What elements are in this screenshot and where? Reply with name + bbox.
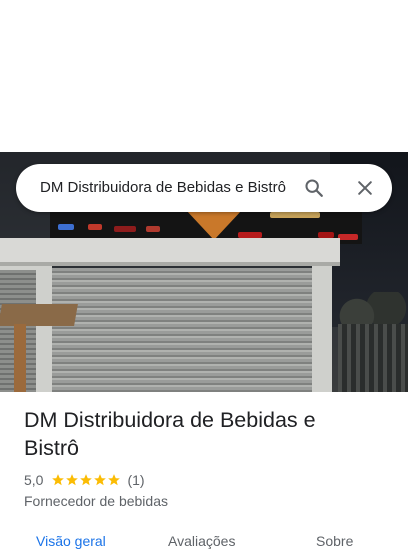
sign-logo bbox=[270, 212, 320, 218]
search-input[interactable]: DM Distribuidora de Bebidas e Bistrô bbox=[40, 164, 288, 212]
sign-logo bbox=[146, 226, 160, 232]
place-title: DM Distribuidora de Bebidas e Bistrô bbox=[24, 408, 316, 460]
fence bbox=[338, 324, 408, 392]
blank-header-area bbox=[0, 0, 408, 152]
star-icon bbox=[108, 474, 121, 486]
star-icon bbox=[66, 474, 79, 486]
awning bbox=[0, 304, 78, 326]
rolling-shutter bbox=[52, 268, 312, 392]
sign-logo bbox=[88, 224, 102, 230]
star-icon bbox=[94, 474, 107, 486]
sign-logo bbox=[58, 224, 74, 230]
tab-bar: Visão geral Avaliações Sobre bbox=[0, 528, 408, 549]
star-icon bbox=[80, 474, 93, 486]
tab-reviews[interactable]: Avaliações bbox=[168, 532, 235, 550]
sign-logo bbox=[338, 234, 358, 240]
rating-value: 5,0 bbox=[24, 472, 44, 488]
wall bbox=[312, 266, 332, 392]
rating-stars bbox=[51, 473, 121, 487]
tab-about[interactable]: Sobre bbox=[316, 532, 353, 550]
rating-row[interactable]: 5,0 (1) bbox=[24, 470, 145, 490]
awning-post bbox=[14, 324, 26, 392]
place-category[interactable]: Fornecedor de bebidas bbox=[24, 492, 168, 510]
sign-logo bbox=[114, 226, 136, 232]
search-bar[interactable]: DM Distribuidora de Bebidas e Bistrô bbox=[16, 164, 392, 212]
storefront-roof bbox=[0, 238, 340, 264]
star-icon bbox=[52, 474, 65, 486]
close-icon[interactable] bbox=[349, 172, 381, 204]
review-count[interactable]: (1) bbox=[127, 472, 144, 488]
tab-overview[interactable]: Visão geral bbox=[36, 532, 106, 550]
search-icon[interactable] bbox=[298, 172, 330, 204]
